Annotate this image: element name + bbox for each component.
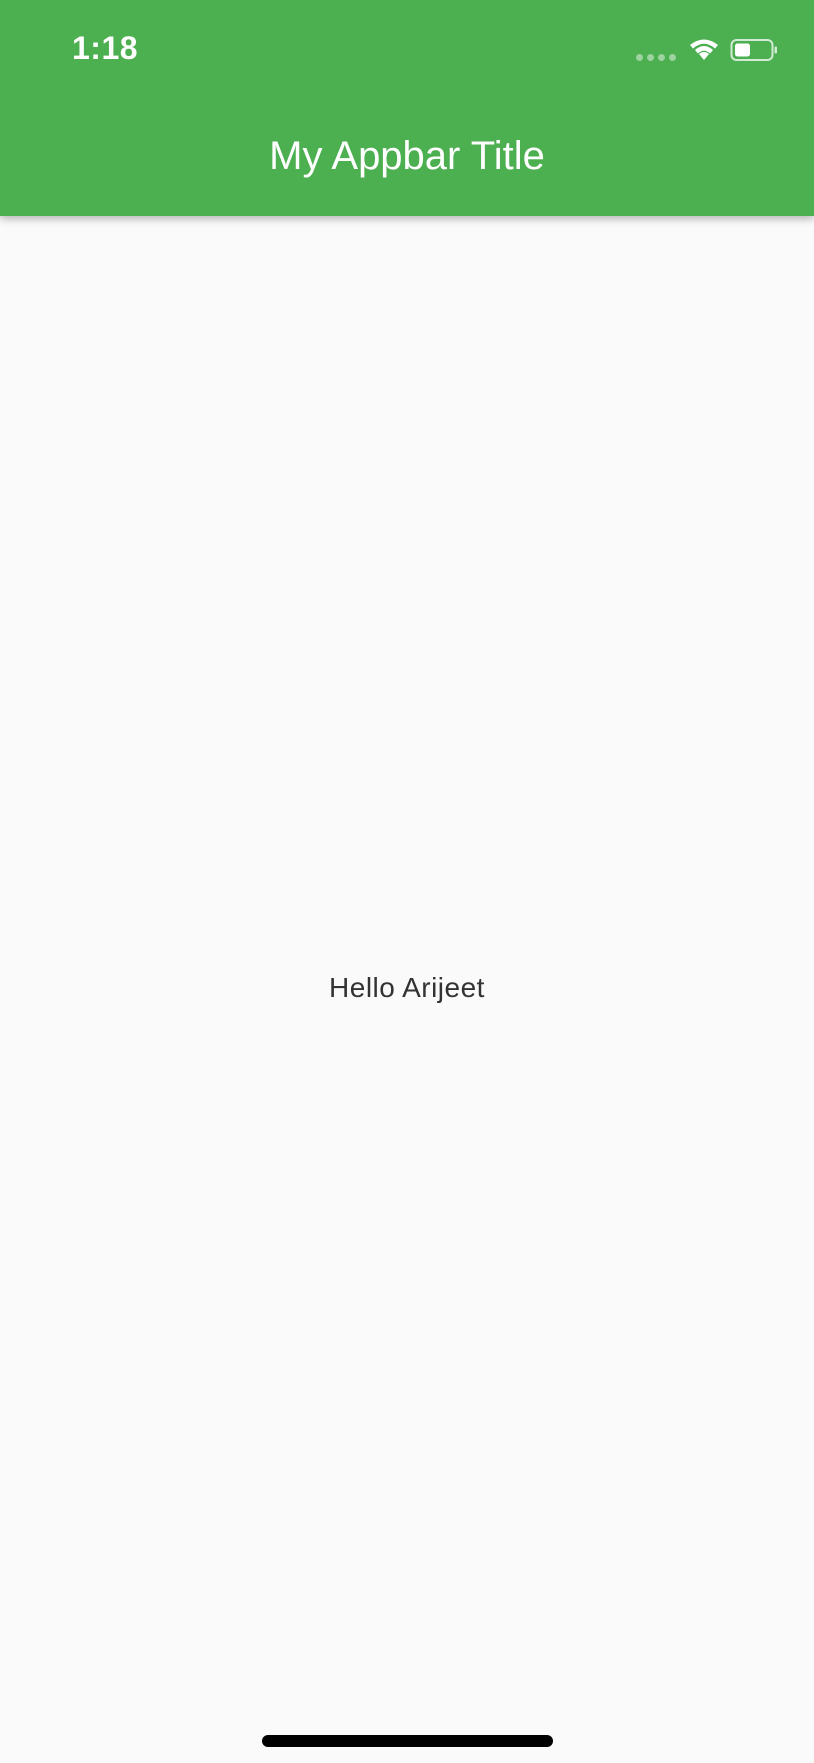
signal-dots-icon [636, 54, 676, 62]
app-bar-title: My Appbar Title [269, 134, 545, 178]
battery-icon [730, 39, 777, 61]
status-bar: 1:18 [0, 0, 814, 100]
signal-dot [669, 54, 676, 61]
signal-dot [658, 54, 665, 61]
wifi-icon [690, 39, 718, 60]
signal-dot [636, 54, 643, 61]
signal-dot [647, 54, 654, 61]
status-time: 1:18 [72, 30, 139, 66]
hello-text: Hello Arijeet [329, 972, 485, 1003]
home-indicator[interactable] [262, 1735, 553, 1747]
screen: 1:18 My Appbar Title Hello Arijeet [0, 0, 814, 1763]
app-bar: 1:18 My Appbar Title [0, 0, 814, 216]
main-content: Hello Arijeet [0, 216, 814, 1763]
